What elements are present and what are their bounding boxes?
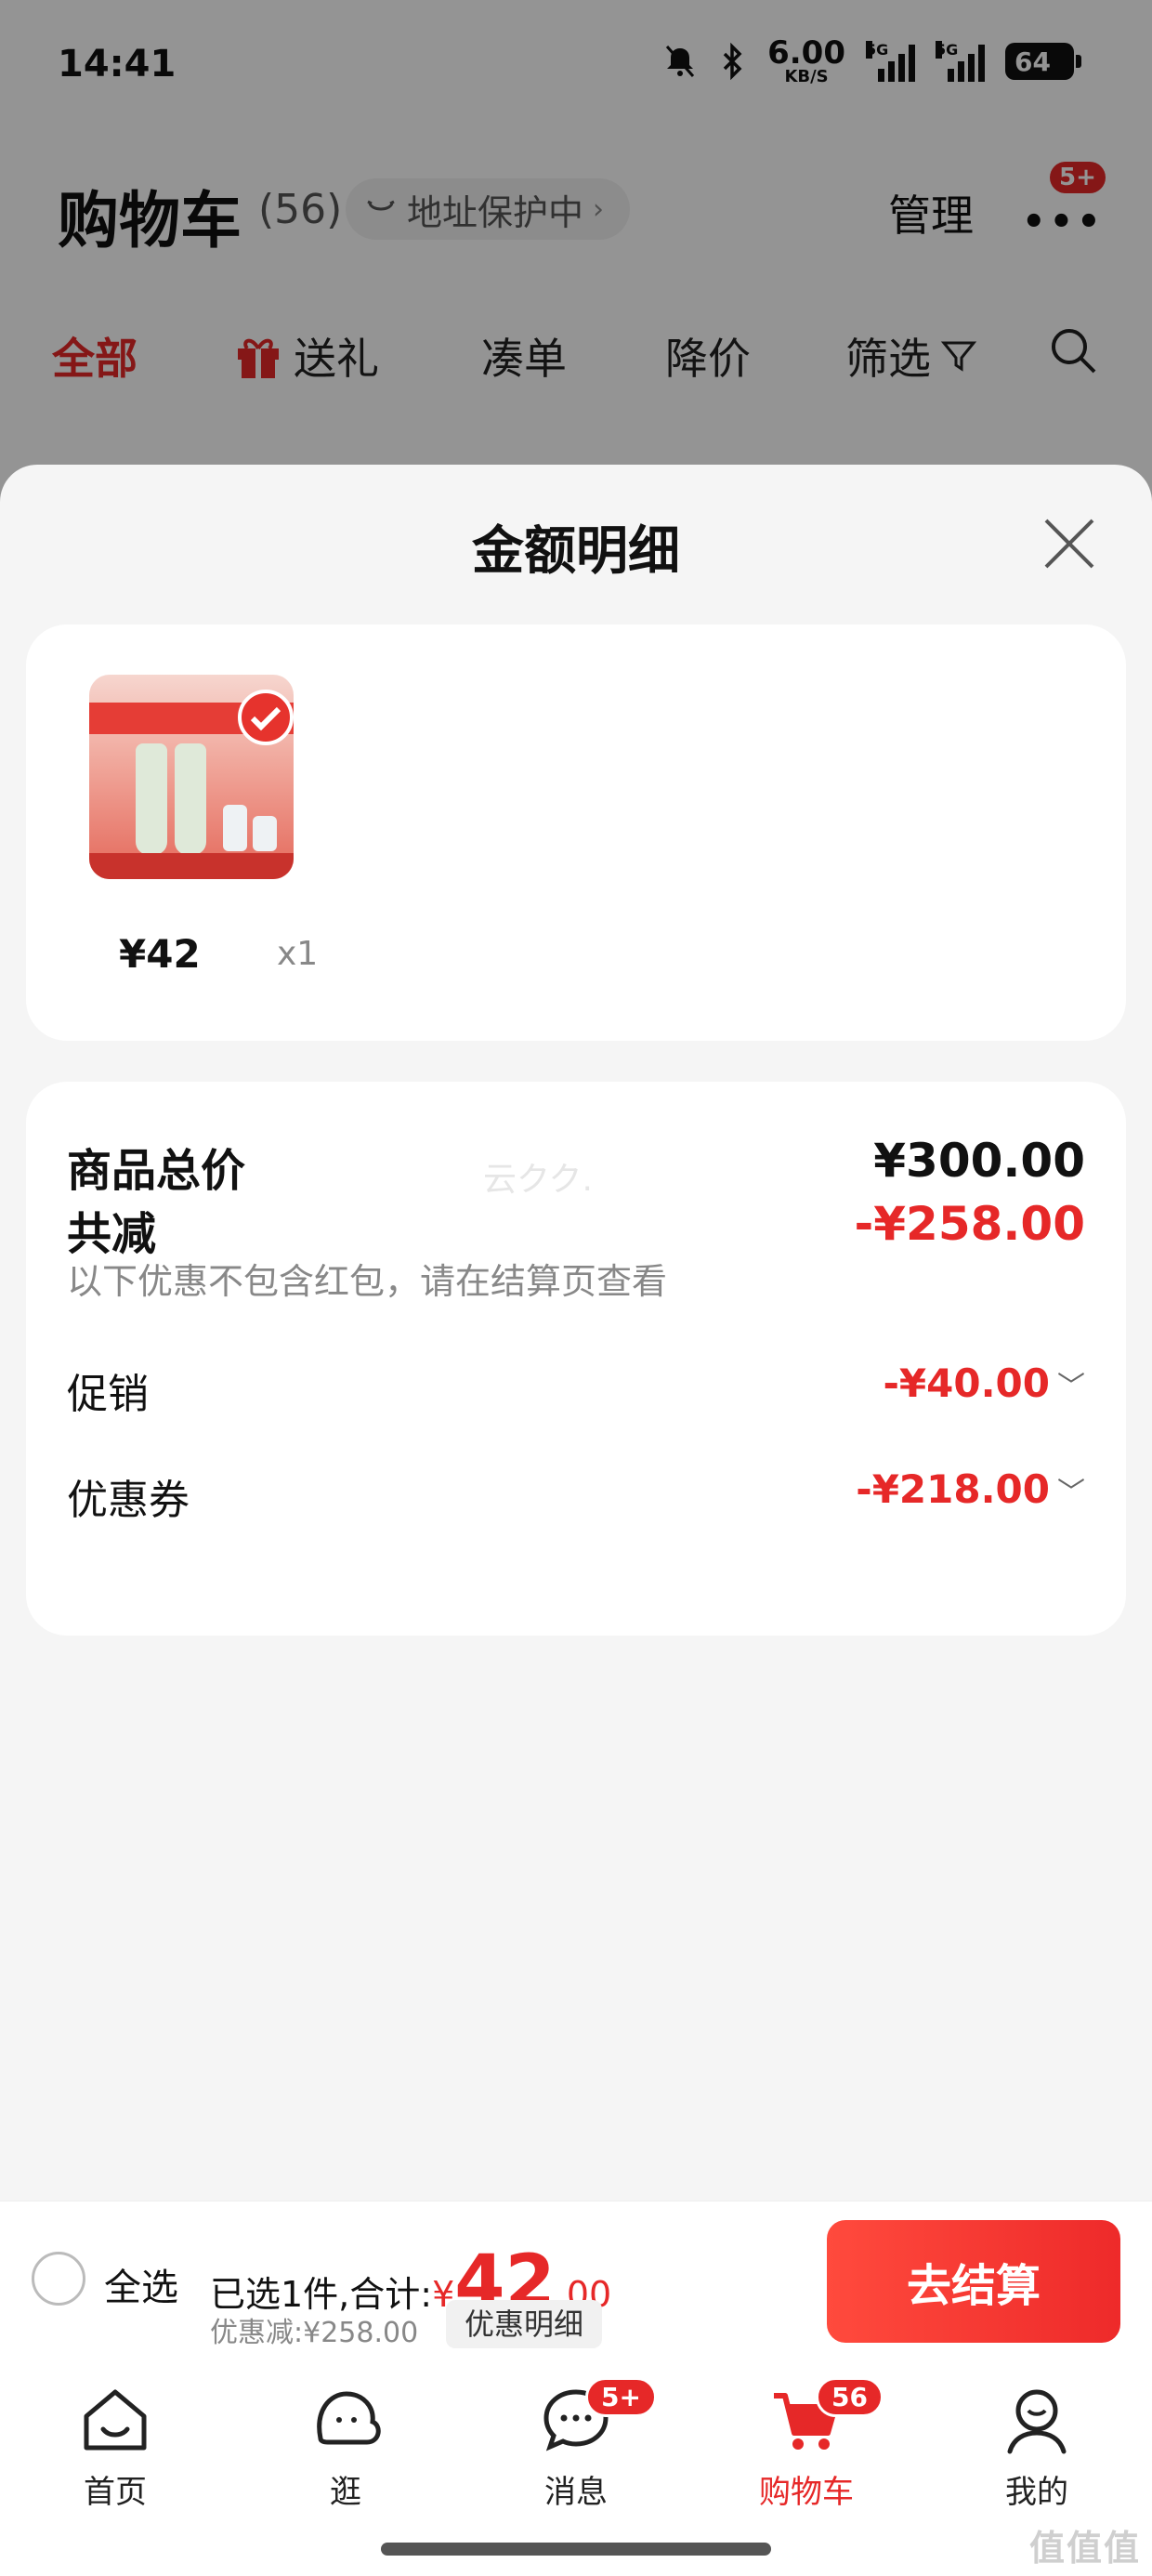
user-icon — [1007, 2389, 1067, 2454]
item-price: ¥42 — [119, 931, 201, 977]
cart-badge: 56 — [816, 2377, 884, 2417]
overlay-dim[interactable] — [0, 0, 1152, 520]
corner-watermark: 值值值 — [1028, 2528, 1141, 2569]
promo-value: -¥40.00 — [883, 1360, 1050, 1406]
checkout-bar: 全选 已选1件,合计: ¥ 42 .00 优惠减:¥258.00 优惠明细 去结… — [0, 2201, 1152, 2364]
promo-row[interactable]: 促销 -¥40.00 ﹀ — [67, 1360, 1085, 1420]
tab-me[interactable]: 我的 — [962, 2383, 1111, 2512]
discount-detail-button[interactable]: 优惠明细 — [446, 2300, 603, 2348]
item-card: ¥42 x1 — [26, 624, 1126, 1041]
reduce-value: -¥258.00 — [854, 1197, 1086, 1251]
browse-face-icon — [317, 2391, 381, 2445]
total-value: ¥300.00 — [873, 1134, 1085, 1188]
select-all-label[interactable]: 全选 — [104, 2257, 178, 2311]
discount-amount: 优惠减:¥258.00 — [210, 2317, 419, 2349]
coupon-value: -¥218.00 — [856, 1466, 1050, 1512]
tab-messages[interactable]: 消息 5+ — [502, 2377, 657, 2512]
select-all-radio[interactable] — [32, 2252, 85, 2306]
coupon-label: 优惠券 — [67, 1477, 190, 1524]
chevron-down-icon: ﹀ — [1057, 1476, 1085, 1509]
home-indicator[interactable] — [381, 2543, 771, 2556]
tab-browse[interactable]: 逛 — [271, 2383, 420, 2512]
close-icon[interactable] — [1039, 513, 1100, 574]
coupon-row[interactable]: 优惠券 -¥218.00 ﹀ — [67, 1466, 1085, 1526]
sheet-title: 金额明细 — [472, 521, 680, 582]
watermark-text: 云クク. — [483, 1161, 594, 1199]
tab-home[interactable]: 首页 — [41, 2383, 190, 2512]
total-label: 商品总价 — [67, 1145, 246, 1197]
item-quantity: x1 — [277, 935, 319, 973]
promo-label: 促销 — [67, 1371, 149, 1418]
message-badge: 5+ — [585, 2377, 657, 2417]
checkmark-icon — [238, 690, 294, 745]
discount-note: 以下优惠不包含红包，请在结算页查看 — [67, 1261, 668, 1302]
checkout-button[interactable]: 去结算 — [827, 2220, 1120, 2343]
home-icon — [84, 2389, 147, 2451]
amount-detail-sheet: 金额明细 ¥42 x1 商品总价 ¥300.00 共减 -¥258.00 以下优… — [0, 465, 1152, 2201]
chevron-down-icon: ﹀ — [1057, 1370, 1085, 1403]
cart-page-background: 14:41 6.00 KB/S 5G 5G 64 购物车 (56) 地址保护中 — [0, 0, 1152, 520]
tab-cart[interactable]: 购物车 56 — [732, 2377, 884, 2512]
